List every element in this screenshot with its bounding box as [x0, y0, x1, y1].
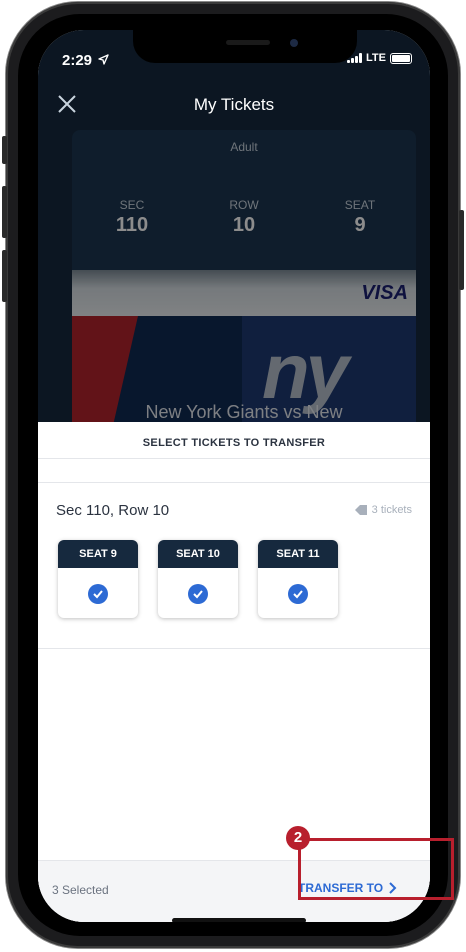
nav-bar: My Tickets — [38, 90, 430, 120]
phone-screen: Adult SEC 110 ROW 10 SEAT 9 VISA ny New … — [38, 30, 430, 922]
power-button — [459, 210, 464, 290]
step-highlight-box — [298, 838, 454, 900]
volume-down-button — [2, 250, 7, 302]
ticket-count: 3 tickets — [354, 504, 412, 516]
seat-label: SEAT 11 — [258, 540, 338, 568]
modal-overlay — [38, 30, 430, 422]
status-time-text: 2:29 — [62, 52, 93, 69]
step-number-badge: 2 — [286, 826, 310, 850]
selected-count: 3 Selected — [52, 883, 109, 897]
front-camera — [290, 39, 298, 47]
sheet-title: SELECT TICKETS TO TRANSFER — [142, 437, 326, 449]
status-indicators: LTE — [347, 52, 412, 64]
ticket-tag-icon — [354, 505, 367, 515]
home-indicator[interactable] — [172, 918, 306, 922]
seats-bottom-divider — [38, 648, 430, 649]
sheet-title-divider — [38, 458, 430, 459]
section-top-divider — [38, 482, 430, 483]
checkmark-icon[interactable] — [88, 584, 108, 604]
seat-card-10[interactable]: SEAT 10 — [158, 540, 238, 618]
seat-label: SEAT 10 — [158, 540, 238, 568]
seat-card-9[interactable]: SEAT 9 — [58, 540, 138, 618]
volume-up-button — [2, 186, 7, 238]
signal-icon — [347, 53, 363, 63]
status-time: 2:29 — [62, 52, 109, 69]
seat-label: SEAT 9 — [58, 540, 138, 568]
mute-switch — [2, 136, 7, 164]
seat-card-11[interactable]: SEAT 11 — [258, 540, 338, 618]
checkmark-icon[interactable] — [288, 584, 308, 604]
checkmark-icon[interactable] — [188, 584, 208, 604]
network-label: LTE — [366, 52, 386, 64]
notch — [133, 30, 357, 63]
battery-icon — [390, 52, 412, 64]
location-arrow-icon — [98, 54, 109, 65]
ticket-count-text: 3 tickets — [371, 504, 412, 516]
page-title: My Tickets — [193, 95, 275, 114]
speaker — [226, 40, 270, 45]
section-row-label: Sec 110, Row 10 — [56, 502, 170, 519]
